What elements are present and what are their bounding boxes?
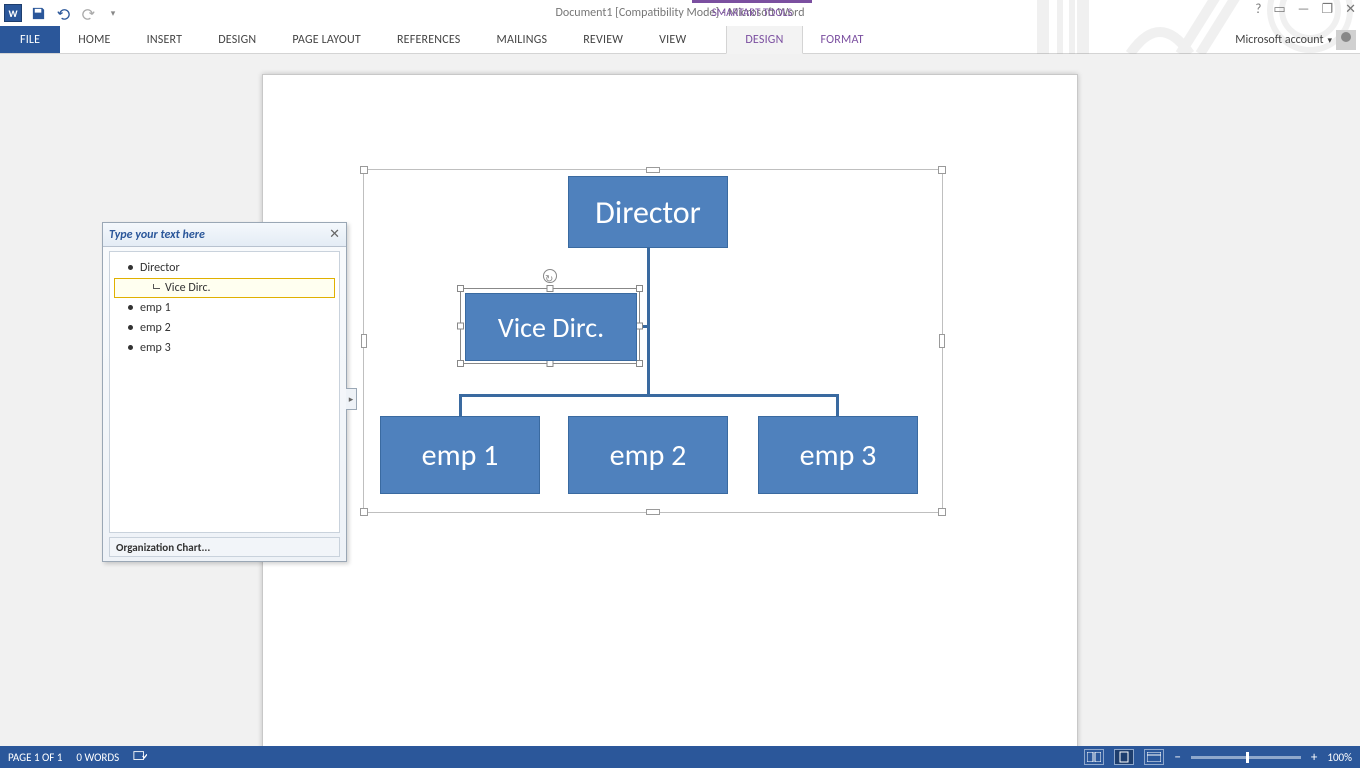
- document-area[interactable]: Director emp 1 emp 2 emp 3 Vice Dirc. Ty…: [0, 54, 1360, 746]
- text-pane-title: Type your text here: [109, 228, 205, 242]
- window-title: Document1 [Compatibility Mode] - Microso…: [0, 6, 1360, 20]
- tab-smartart-format[interactable]: FORMAT: [803, 26, 882, 53]
- document-page[interactable]: Director emp 1 emp 2 emp 3 Vice Dirc.: [262, 74, 1078, 746]
- ribbon-display-options-button[interactable]: ▭: [1273, 2, 1285, 17]
- text-pane-item[interactable]: Director: [114, 258, 335, 278]
- avatar: [1336, 30, 1356, 50]
- tab-home[interactable]: HOME: [60, 26, 128, 53]
- text-pane-collapse-button[interactable]: ▸: [346, 388, 357, 410]
- tab-review[interactable]: REVIEW: [565, 26, 641, 53]
- node-emp2[interactable]: emp 2: [568, 416, 728, 494]
- qat-customize-button[interactable]: ▾: [104, 4, 122, 22]
- text-pane-item-label: emp 1: [140, 301, 171, 315]
- text-pane-item-label: emp 2: [140, 321, 171, 335]
- view-web-layout-button[interactable]: [1144, 749, 1164, 765]
- zoom-slider[interactable]: [1191, 756, 1301, 759]
- view-print-layout-button[interactable]: [1114, 749, 1134, 765]
- status-bar: PAGE 1 OF 1 0 WORDS − + 100%: [0, 746, 1360, 768]
- smartart-object-frame[interactable]: Director emp 1 emp 2 emp 3 Vice Dirc.: [363, 169, 943, 513]
- zoom-out-button[interactable]: −: [1174, 750, 1180, 765]
- account-label: Microsoft account: [1235, 33, 1323, 47]
- text-pane-item[interactable]: Vice Dirc.: [114, 278, 335, 298]
- text-pane-item-label: Vice Dirc.: [165, 281, 211, 295]
- restore-button[interactable]: ❐: [1321, 2, 1333, 17]
- status-page[interactable]: PAGE 1 OF 1: [8, 751, 62, 764]
- word-app-icon[interactable]: W: [4, 4, 22, 22]
- ribbon-tabs: FILE HOME INSERT DESIGN PAGE LAYOUT REFE…: [0, 26, 1360, 54]
- smartart-text-pane[interactable]: Type your text here ✕ Director Vice Dirc…: [102, 222, 347, 562]
- tab-file[interactable]: FILE: [0, 26, 60, 53]
- node-emp1[interactable]: emp 1: [380, 416, 540, 494]
- text-pane-item[interactable]: emp 2: [114, 318, 335, 338]
- undo-button[interactable]: [54, 4, 72, 22]
- view-read-mode-button[interactable]: [1084, 749, 1104, 765]
- account-area[interactable]: Microsoft account ▾: [1235, 28, 1356, 52]
- status-spellcheck-icon[interactable]: [133, 749, 147, 766]
- text-pane-layout-button[interactable]: Organization Chart...: [109, 537, 340, 557]
- tab-smartart-design[interactable]: DESIGN: [726, 26, 802, 54]
- zoom-level[interactable]: 100%: [1327, 751, 1352, 764]
- text-pane-body[interactable]: Director Vice Dirc. emp 1 emp 2 emp 3: [109, 251, 340, 533]
- redo-button[interactable]: [79, 4, 97, 22]
- close-button[interactable]: ✕: [1345, 2, 1356, 17]
- node-emp3[interactable]: emp 3: [758, 416, 918, 494]
- text-pane-close-button[interactable]: ✕: [329, 227, 340, 242]
- account-dropdown-icon: ▾: [1327, 35, 1332, 46]
- help-button[interactable]: ?: [1255, 2, 1261, 17]
- tab-page-layout[interactable]: PAGE LAYOUT: [274, 26, 379, 53]
- tab-insert[interactable]: INSERT: [129, 26, 201, 53]
- window-controls: ? ▭ — ❐ ✕: [1255, 2, 1356, 17]
- tab-mailings[interactable]: MAILINGS: [478, 26, 565, 53]
- text-pane-item[interactable]: emp 3: [114, 338, 335, 358]
- text-pane-header: Type your text here ✕: [103, 223, 346, 247]
- title-bar: W ▾ Document1 [Compatibility Mode] - Mic…: [0, 0, 1360, 26]
- contextual-tab-group-label: SMARTART TOOLS: [692, 0, 812, 26]
- text-pane-item-label: Director: [140, 261, 180, 275]
- rotate-handle[interactable]: [543, 269, 557, 283]
- save-button[interactable]: [29, 4, 47, 22]
- node-director[interactable]: Director: [568, 176, 728, 248]
- text-pane-item[interactable]: emp 1: [114, 298, 335, 318]
- quick-access-toolbar: W ▾: [0, 4, 122, 22]
- selected-node-wrapper[interactable]: Vice Dirc.: [460, 288, 640, 364]
- node-vice-director[interactable]: Vice Dirc.: [465, 293, 637, 361]
- text-pane-item-label: emp 3: [140, 341, 171, 355]
- tab-references[interactable]: REFERENCES: [379, 26, 479, 53]
- zoom-in-button[interactable]: +: [1311, 750, 1317, 765]
- tab-design[interactable]: DESIGN: [200, 26, 274, 53]
- status-word-count[interactable]: 0 WORDS: [76, 751, 119, 764]
- tab-view[interactable]: VIEW: [641, 26, 704, 53]
- minimize-button[interactable]: —: [1298, 2, 1310, 17]
